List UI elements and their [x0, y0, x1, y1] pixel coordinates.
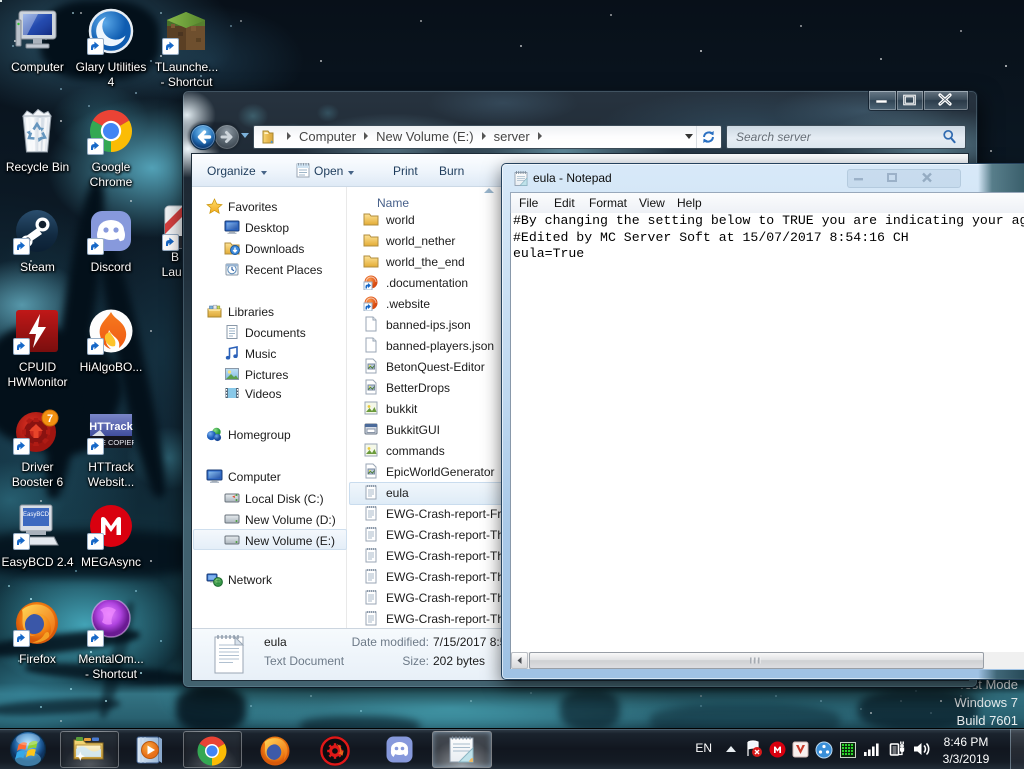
svg-text:7: 7 — [47, 413, 53, 425]
svg-text:EasyBCD: EasyBCD — [23, 512, 50, 518]
svg-text:HTTrack: HTTrack — [89, 421, 133, 433]
